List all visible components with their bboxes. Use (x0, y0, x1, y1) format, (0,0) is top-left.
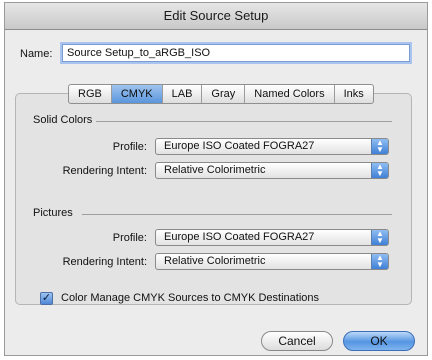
up-down-arrows-icon: ▲ ▼ (371, 230, 388, 245)
solid-colors-heading: Solid Colors (33, 114, 93, 126)
color-manage-checkbox[interactable]: ✓ (40, 292, 53, 305)
window-title: Edit Source Setup (5, 3, 427, 30)
tab-gray[interactable]: Gray (202, 85, 246, 103)
name-input[interactable]: Source Setup_to_aRGB_ISO (62, 44, 410, 62)
pictures-profile-value: Europe ISO Coated FOGRA27 (164, 231, 315, 243)
solid-intent-value: Relative Colorimetric (164, 164, 266, 176)
tab-cmyk[interactable]: CMYK (111, 85, 163, 103)
tab-rgb[interactable]: RGB (69, 85, 112, 103)
solid-profile-value: Europe ISO Coated FOGRA27 (164, 140, 315, 152)
tab-lab[interactable]: LAB (163, 85, 203, 103)
up-down-arrows-icon: ▲ ▼ (371, 254, 388, 269)
checkmark-icon: ✓ (41, 292, 52, 304)
name-label: Name: (20, 48, 53, 60)
ok-button[interactable]: OK (343, 331, 415, 351)
pictures-intent-label: Rendering Intent: (62, 256, 147, 268)
solid-colors-divider (96, 121, 392, 122)
tab-bar: RGB CMYK LAB Gray Named Colors Inks (68, 84, 374, 104)
pictures-divider (82, 214, 392, 215)
up-down-arrows-icon: ▲ ▼ (371, 163, 388, 178)
cancel-button[interactable]: Cancel (261, 331, 333, 351)
tab-inks[interactable]: Inks (335, 85, 373, 103)
solid-intent-label: Rendering Intent: (62, 165, 147, 177)
solid-intent-popup[interactable]: Relative Colorimetric ▲ ▼ (155, 162, 389, 179)
pictures-intent-popup[interactable]: Relative Colorimetric ▲ ▼ (155, 253, 389, 270)
tab-named-colors[interactable]: Named Colors (245, 85, 335, 103)
up-down-arrows-icon: ▲ ▼ (371, 139, 388, 154)
pictures-heading: Pictures (33, 207, 73, 219)
solid-profile-label: Profile: (112, 141, 147, 153)
color-manage-label: Color Manage CMYK Sources to CMYK Destin… (61, 292, 319, 304)
pictures-profile-popup[interactable]: Europe ISO Coated FOGRA27 ▲ ▼ (155, 229, 389, 246)
pictures-intent-value: Relative Colorimetric (164, 255, 266, 267)
solid-profile-popup[interactable]: Europe ISO Coated FOGRA27 ▲ ▼ (155, 138, 389, 155)
pictures-profile-label: Profile: (112, 232, 147, 244)
